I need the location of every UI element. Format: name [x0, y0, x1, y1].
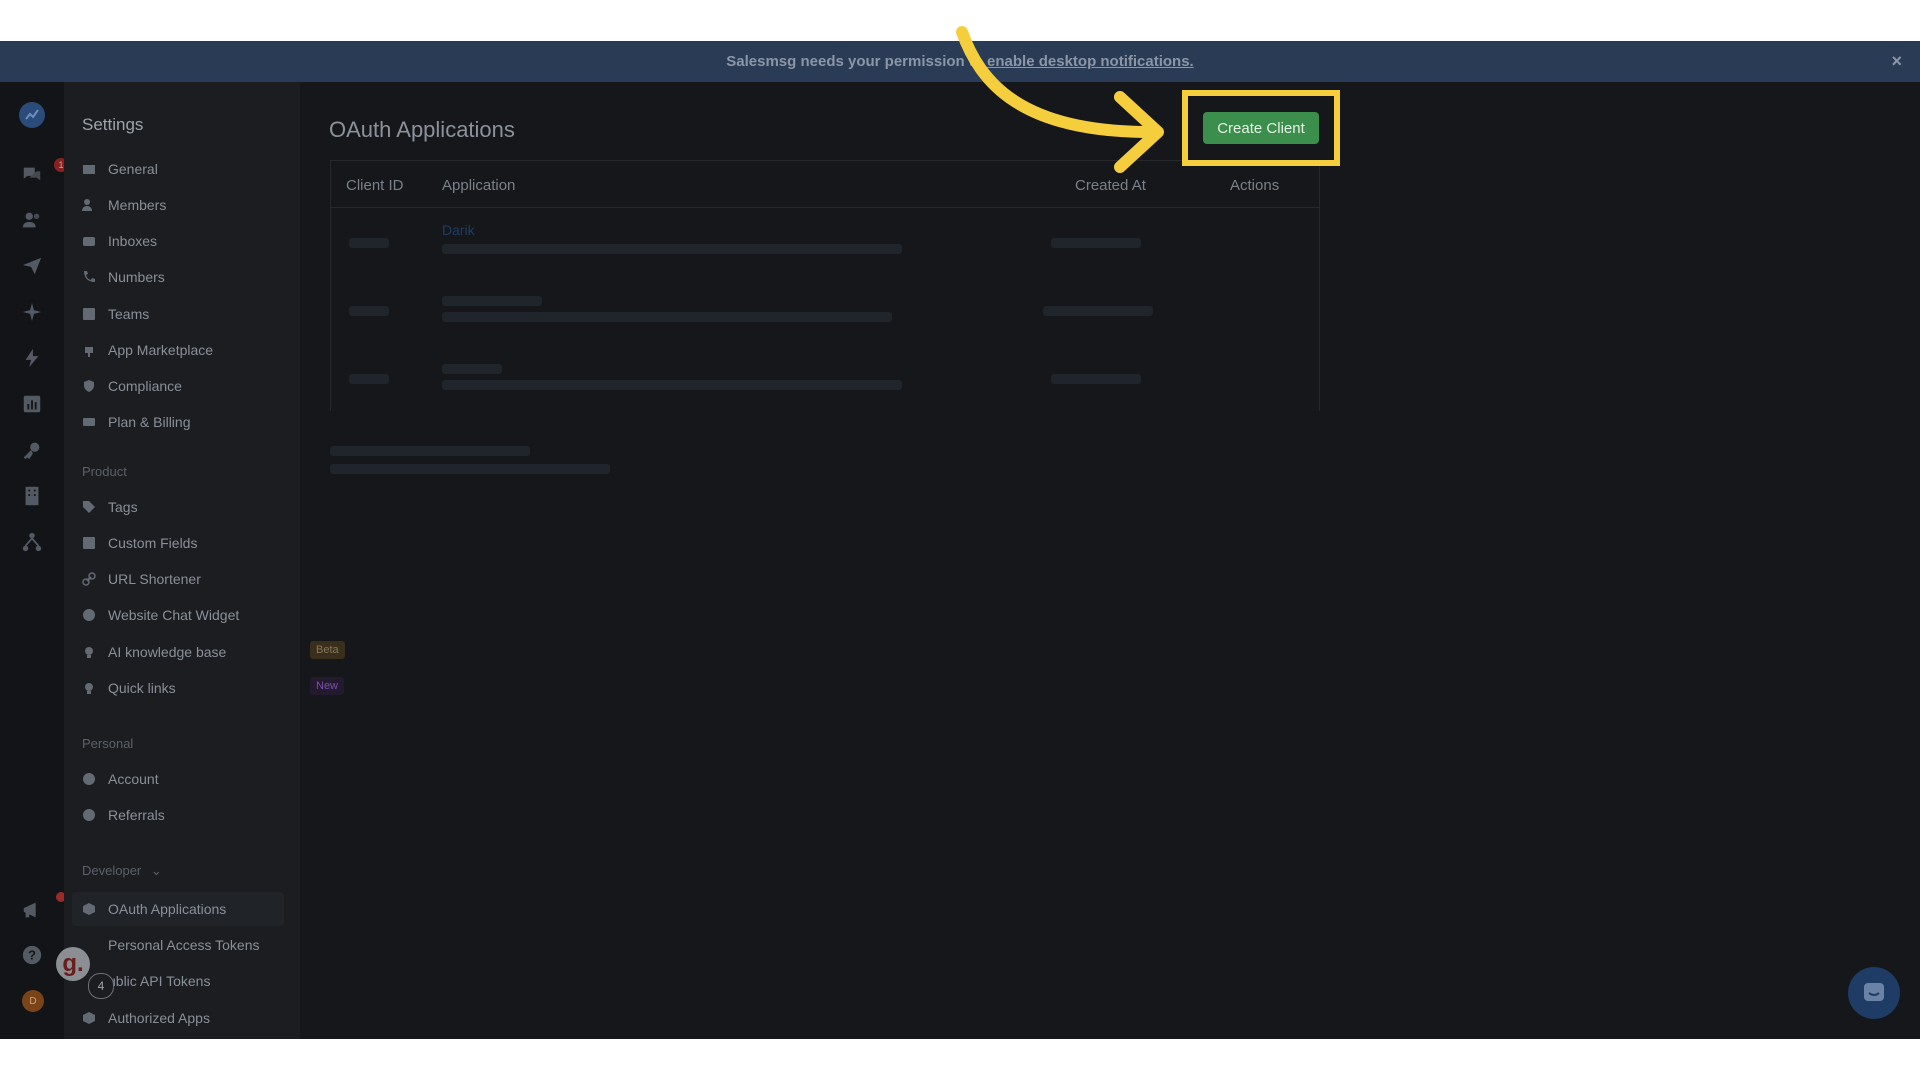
column-client-id: Client ID [346, 177, 404, 194]
blurred-cell [442, 244, 902, 254]
sidebar-item-account[interactable]: Account [82, 768, 159, 790]
blurred-cell [442, 312, 892, 322]
new-badge: New [310, 677, 345, 695]
blurred-cell [442, 380, 902, 390]
sidebar-item-oauth-applications[interactable]: OAuth Applications [82, 898, 226, 920]
token-icon [82, 938, 96, 952]
sidebar-item-website-chat-widget[interactable]: Website Chat Widget [82, 604, 239, 626]
user-circle-icon [82, 772, 96, 786]
header-divider [331, 207, 1319, 208]
sidebar-item-authorized-apps[interactable]: Authorized Apps [82, 1007, 210, 1029]
lightbulb-icon [82, 681, 96, 695]
tutorial-arrow-icon [956, 26, 1164, 173]
members-icon [82, 198, 96, 212]
blurred-footer [330, 446, 530, 456]
conversations-icon[interactable]: 1 [20, 158, 68, 186]
credit-card-icon [82, 415, 96, 429]
send-icon[interactable] [20, 254, 44, 278]
chat-bubble-icon [82, 608, 96, 622]
logo-icon[interactable] [19, 102, 45, 128]
sidebar-item-referrals[interactable]: Referrals [82, 804, 165, 826]
section-developer[interactable]: Developer ⌄ [82, 863, 162, 879]
sidebar-item-quick-links[interactable]: Quick links [82, 677, 176, 699]
blurred-cell [1043, 306, 1153, 316]
blurred-cell [1051, 238, 1141, 248]
cube-icon [82, 1011, 96, 1025]
lightbulb-icon [82, 645, 96, 659]
sidebar-item-custom-fields[interactable]: Custom Fields [82, 532, 197, 554]
guide-logo: g. [56, 947, 90, 981]
help-icon[interactable]: ? [20, 943, 44, 967]
phone-icon [82, 270, 96, 284]
sidebar-item-general[interactable]: General [82, 158, 158, 180]
text-field-icon [82, 536, 96, 550]
sidebar-title: Settings [82, 115, 144, 134]
sidebar-item-url-shortener[interactable]: URL Shortener [82, 568, 201, 590]
analytics-icon[interactable] [20, 392, 44, 416]
blurred-cell [349, 306, 389, 316]
step-number-badge: 4 [88, 973, 114, 999]
blurred-cell [349, 374, 389, 384]
sidebar-item-ai-knowledge-base[interactable]: AI knowledge base [82, 641, 226, 663]
inbox-icon [82, 234, 96, 248]
blurred-cell [442, 296, 542, 306]
sidebar-item-teams[interactable]: Teams [82, 303, 149, 325]
sidebar-item-inboxes[interactable]: Inboxes [82, 230, 157, 252]
chat-icon [1864, 983, 1884, 1001]
page-title: OAuth Applications [329, 117, 515, 142]
chat-support-button[interactable] [1848, 967, 1900, 1019]
blurred-cell [349, 238, 389, 248]
sidebar-item-app-marketplace[interactable]: App Marketplace [82, 339, 213, 361]
section-product: Product [82, 464, 127, 479]
column-actions: Actions [1230, 177, 1280, 194]
settings-sidebar: Settings General Members Inboxes Numbers… [64, 82, 345, 1039]
column-application: Application [442, 177, 516, 194]
app-window: 1 ? D Settings General Members Inboxes N… [0, 82, 1920, 1039]
building-icon[interactable] [20, 484, 44, 508]
link-icon [82, 572, 96, 586]
blurred-footer [330, 464, 610, 474]
shield-icon [82, 379, 96, 393]
cube-icon [82, 902, 96, 916]
user-avatar[interactable]: D [22, 990, 44, 1012]
key-icon[interactable] [20, 438, 44, 462]
sidebar-item-compliance[interactable]: Compliance [82, 375, 182, 397]
beta-badge: Beta [310, 641, 345, 659]
section-personal: Personal [82, 736, 134, 751]
close-banner-icon[interactable]: × [1891, 51, 1902, 72]
sidebar-item-plan-billing[interactable]: Plan & Billing [82, 411, 191, 433]
sidebar-item-tags[interactable]: Tags [82, 496, 138, 518]
tag-icon [82, 500, 96, 514]
contacts-icon[interactable] [20, 208, 44, 232]
application-link[interactable]: Darik [442, 222, 475, 238]
tutorial-highlight-box [1182, 90, 1340, 166]
integrations-icon[interactable] [20, 530, 44, 554]
general-icon [82, 162, 96, 176]
dollar-icon [82, 808, 96, 822]
sidebar-item-personal-access-tokens[interactable]: Personal Access Tokens [82, 934, 260, 956]
icon-rail: 1 ? D [0, 82, 68, 1039]
plug-icon [82, 343, 96, 357]
sidebar-item-numbers[interactable]: Numbers [82, 266, 165, 288]
automation-icon[interactable] [20, 346, 44, 370]
blurred-cell [442, 364, 502, 374]
teams-icon [82, 307, 96, 321]
sidebar-item-members[interactable]: Members [82, 194, 166, 216]
blurred-cell [1051, 374, 1141, 384]
svg-text:?: ? [28, 948, 36, 963]
chevron-down-icon: ⌄ [150, 863, 162, 878]
sparkle-icon[interactable] [20, 300, 44, 324]
oauth-table: Client ID Application Created At Actions… [330, 160, 1320, 411]
announcements-icon[interactable] [20, 892, 66, 922]
